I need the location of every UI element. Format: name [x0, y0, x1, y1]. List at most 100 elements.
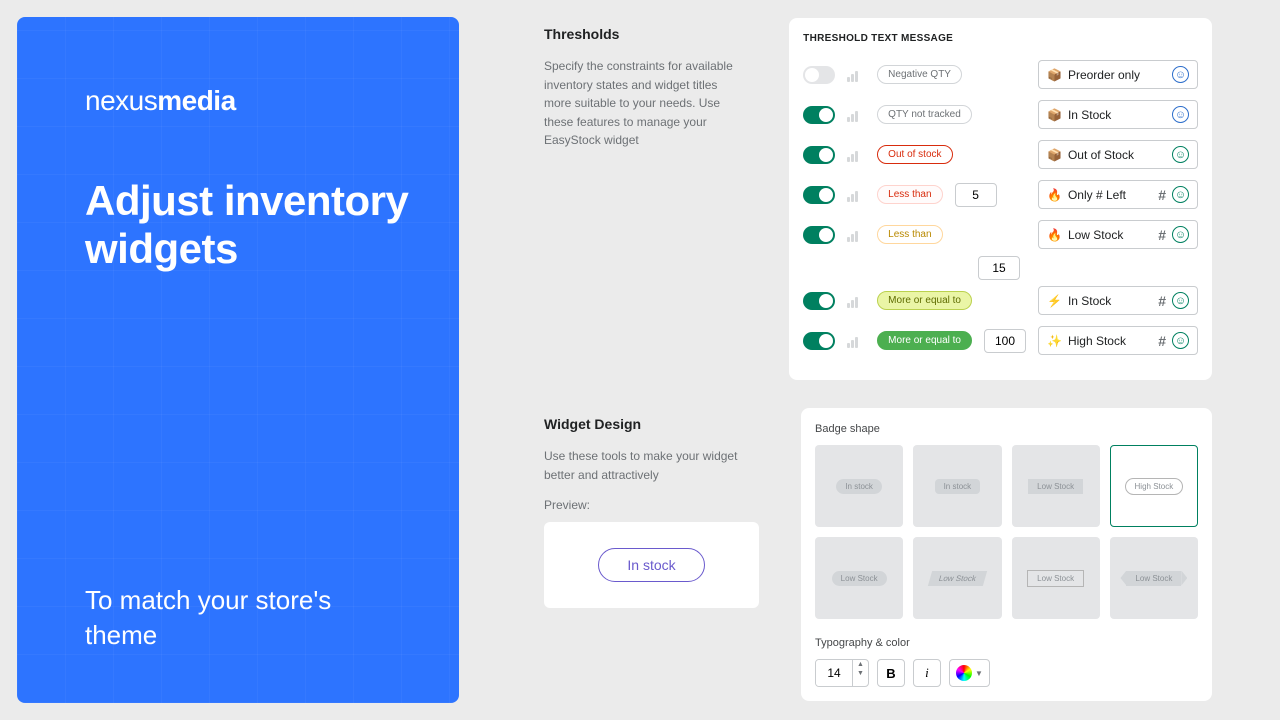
bold-button[interactable]: B — [877, 659, 905, 687]
threshold-text: Preorder only — [1068, 68, 1166, 82]
bar-chart-icon — [847, 68, 865, 82]
threshold-message-input[interactable]: 📦 In Stock ☺ — [1038, 100, 1198, 129]
emoji-picker-icon[interactable]: ☺ — [1172, 292, 1189, 309]
threshold-value-input[interactable] — [984, 329, 1026, 353]
shape-preview: Low Stock — [832, 571, 887, 586]
badge-shape-option[interactable]: Low Stock — [1110, 537, 1198, 619]
condition-badge: QTY not tracked — [877, 105, 972, 124]
bar-chart-icon — [847, 108, 865, 122]
color-picker-button[interactable]: ▼ — [949, 659, 990, 687]
threshold-message-input[interactable]: ⚡ In Stock # ☺ — [1038, 286, 1198, 315]
brand-logo: nexusmedia — [85, 85, 409, 117]
emoji-picker-icon[interactable]: ☺ — [1172, 106, 1189, 123]
threshold-emoji-icon: 🔥 — [1047, 188, 1062, 202]
badge-shape-option[interactable]: Low Stock — [1012, 537, 1100, 619]
badge-shape-option[interactable]: In stock — [913, 445, 1001, 527]
condition-badge: Less than — [877, 225, 942, 244]
thresholds-header: THRESHOLD TEXT MESSAGE — [803, 33, 1198, 44]
hero-card: nexusmedia Adjust inventory widgets To m… — [17, 17, 459, 703]
shape-preview: Low Stock — [1028, 479, 1083, 494]
font-size-up[interactable]: ▲ — [853, 660, 868, 669]
hash-icon[interactable]: # — [1158, 187, 1166, 203]
font-size-down[interactable]: ▼ — [853, 669, 868, 678]
threshold-row: Less than 🔥 Low Stock # ☺ — [803, 220, 1198, 249]
typography-label: Typography & color — [815, 637, 1198, 649]
threshold-emoji-icon: ✨ — [1047, 334, 1062, 348]
condition-badge: Less than — [877, 185, 942, 204]
threshold-row: More or equal to ⚡ In Stock # ☺ — [803, 286, 1198, 315]
preview-box: In stock — [544, 522, 759, 608]
threshold-text: In Stock — [1068, 108, 1166, 122]
threshold-row: Negative QTY 📦 Preorder only ☺ — [803, 60, 1198, 89]
threshold-emoji-icon: 🔥 — [1047, 228, 1062, 242]
design-panel: Badge shape In stock In stock Low Stock Hig… — [801, 408, 1212, 701]
hero-title: Adjust inventory widgets — [85, 177, 409, 274]
hash-icon[interactable]: # — [1158, 333, 1166, 349]
hero-footer: To match your store's theme — [85, 583, 409, 653]
threshold-emoji-icon: 📦 — [1047, 68, 1062, 82]
hash-icon[interactable]: # — [1158, 293, 1166, 309]
threshold-toggle[interactable] — [803, 106, 835, 124]
threshold-toggle[interactable] — [803, 146, 835, 164]
bar-chart-icon — [847, 188, 865, 202]
threshold-toggle[interactable] — [803, 186, 835, 204]
bar-chart-icon — [847, 334, 865, 348]
badge-shape-option[interactable]: Low Stock — [815, 537, 903, 619]
threshold-row: Out of stock 📦 Out of Stock ☺ — [803, 140, 1198, 169]
shape-preview: In stock — [836, 479, 882, 494]
badge-shape-label: Badge shape — [815, 423, 1198, 435]
condition-badge: More or equal to — [877, 331, 972, 350]
bar-chart-icon — [847, 228, 865, 242]
threshold-toggle[interactable] — [803, 66, 835, 84]
font-size-field[interactable] — [816, 660, 852, 686]
threshold-message-input[interactable]: ✨ High Stock # ☺ — [1038, 326, 1198, 355]
preview-badge: In stock — [598, 548, 704, 582]
color-wheel-icon — [956, 665, 972, 681]
preview-label: Preview: — [544, 498, 759, 512]
threshold-message-input[interactable]: 📦 Preorder only ☺ — [1038, 60, 1198, 89]
threshold-emoji-icon: 📦 — [1047, 108, 1062, 122]
design-title: Widget Design — [544, 416, 759, 432]
condition-badge: More or equal to — [877, 291, 972, 310]
threshold-emoji-icon: ⚡ — [1047, 294, 1062, 308]
threshold-value-input[interactable] — [955, 183, 997, 207]
hash-icon[interactable]: # — [1158, 227, 1166, 243]
condition-badge: Negative QTY — [877, 65, 962, 84]
badge-shape-option[interactable]: Low Stock — [1012, 445, 1100, 527]
threshold-toggle[interactable] — [803, 332, 835, 350]
badge-shape-option[interactable]: In stock — [815, 445, 903, 527]
threshold-emoji-icon: 📦 — [1047, 148, 1062, 162]
threshold-value-input[interactable] — [978, 256, 1020, 280]
shape-preview: Low Stock — [1027, 570, 1084, 587]
threshold-row: Less than🔥Only # Left#☺ — [803, 180, 1198, 209]
threshold-toggle[interactable] — [803, 226, 835, 244]
threshold-text: Low Stock — [1068, 228, 1148, 242]
thresholds-title: Thresholds — [544, 26, 747, 42]
threshold-message-input[interactable]: 🔥Only # Left#☺ — [1038, 180, 1198, 209]
badge-shape-option[interactable]: Low Stock — [913, 537, 1001, 619]
emoji-picker-icon[interactable]: ☺ — [1172, 186, 1189, 203]
design-desc: Use these tools to make your widget bett… — [544, 447, 759, 484]
thresholds-panel: THRESHOLD TEXT MESSAGE Negative QTY 📦 Preo… — [789, 18, 1212, 380]
threshold-toggle[interactable] — [803, 292, 835, 310]
font-size-input[interactable]: ▲▼ — [815, 659, 869, 687]
threshold-message-input[interactable]: 🔥 Low Stock # ☺ — [1038, 220, 1198, 249]
emoji-picker-icon[interactable]: ☺ — [1172, 226, 1189, 243]
shape-preview: High Stock — [1125, 478, 1184, 495]
threshold-text: Out of Stock — [1068, 148, 1166, 162]
thresholds-desc: Specify the constraints for available in… — [544, 57, 747, 150]
badge-shape-option[interactable]: High Stock — [1110, 445, 1198, 527]
threshold-row: QTY not tracked 📦 In Stock ☺ — [803, 100, 1198, 129]
condition-badge: Out of stock — [877, 145, 952, 164]
threshold-text: High Stock — [1068, 334, 1148, 348]
emoji-picker-icon[interactable]: ☺ — [1172, 66, 1189, 83]
bar-chart-icon — [847, 148, 865, 162]
threshold-message-input[interactable]: 📦 Out of Stock ☺ — [1038, 140, 1198, 169]
bar-chart-icon — [847, 294, 865, 308]
shape-preview: Low Stock — [1126, 571, 1181, 586]
emoji-picker-icon[interactable]: ☺ — [1172, 332, 1189, 349]
shape-preview: In stock — [935, 479, 981, 494]
emoji-picker-icon[interactable]: ☺ — [1172, 146, 1189, 163]
italic-button[interactable]: i — [913, 659, 941, 687]
threshold-text: In Stock — [1068, 294, 1148, 308]
